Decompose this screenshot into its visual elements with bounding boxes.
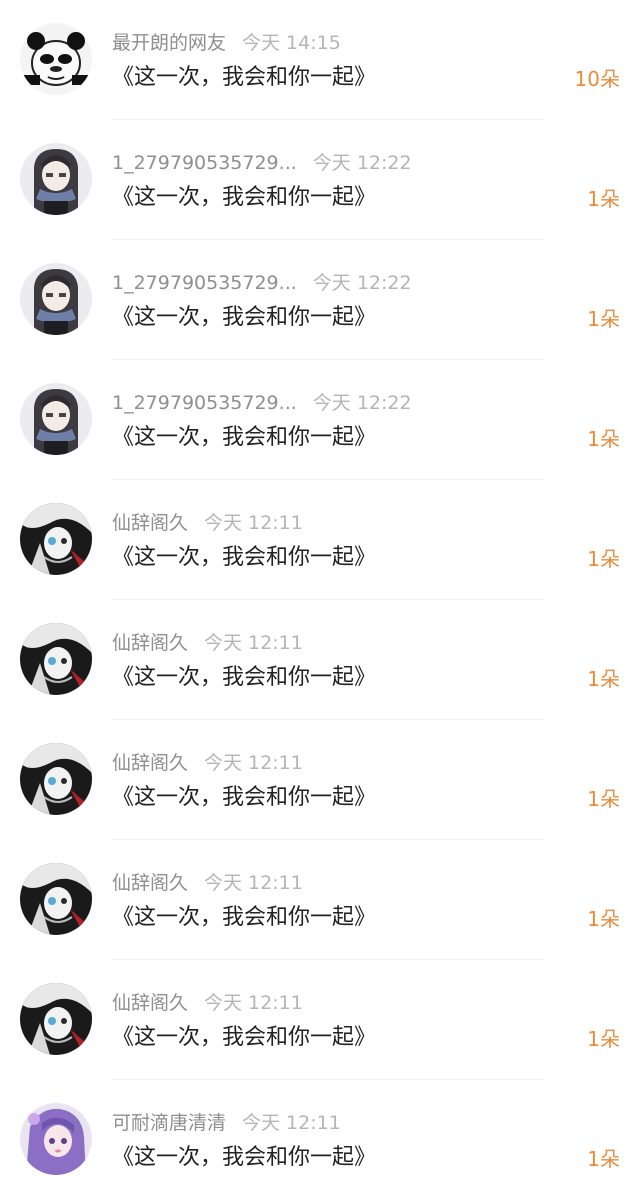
timestamp: 今天 12:22 [312,272,412,294]
username[interactable]: 仙辞阁久 [112,870,188,896]
comment-text: 《这一次，我会和你一起》 [112,185,377,210]
timestamp: 今天 14:15 [242,32,341,54]
flower-count: 1朵 [587,307,620,331]
comment-item[interactable]: 1_279790535729... 今天 12:22 《这一次，我会和你一起》 1… [0,240,640,360]
flower-count: 1朵 [587,187,620,211]
timestamp: 今天 12:11 [204,872,303,894]
username[interactable]: 仙辞阁久 [112,750,188,776]
flower-count: 1朵 [587,667,620,691]
comment-text: 《这一次，我会和你一起》 [112,1145,377,1170]
timestamp: 今天 12:22 [312,152,412,174]
comment-meta: 1_279790535729... 今天 12:22 [112,270,412,296]
monochrome-anime-avatar-icon[interactable] [20,743,92,815]
comment-meta: 1_279790535729... 今天 12:22 [112,390,412,416]
panda-meme-avatar-icon[interactable] [20,23,92,95]
comment-item[interactable]: 最开朗的网友 今天 14:15 《这一次，我会和你一起》 10朵 [0,0,640,120]
username[interactable]: 仙辞阁久 [112,510,188,536]
anime-girl-scarf-avatar-icon[interactable] [20,383,92,455]
comment-text: 《这一次，我会和你一起》 [112,905,377,930]
anime-girl-scarf-avatar-icon[interactable] [20,263,92,335]
monochrome-anime-avatar-icon[interactable] [20,983,92,1055]
username[interactable]: 仙辞阁久 [112,630,188,656]
comment-item[interactable]: 1_279790535729... 今天 12:22 《这一次，我会和你一起》 1… [0,120,640,240]
comment-text: 《这一次，我会和你一起》 [112,545,377,570]
comment-text: 《这一次，我会和你一起》 [112,65,377,90]
comment-list: 最开朗的网友 今天 14:15 《这一次，我会和你一起》 10朵 1_279790… [0,0,640,1194]
comment-item[interactable]: 仙辞阁久 今天 12:11 《这一次，我会和你一起》 1朵 [0,480,640,600]
flower-count: 1朵 [587,907,620,931]
flower-count: 1朵 [587,427,620,451]
comment-text: 《这一次，我会和你一起》 [112,1025,377,1050]
comment-meta: 仙辞阁久 今天 12:11 [112,510,303,536]
comment-item[interactable]: 仙辞阁久 今天 12:11 《这一次，我会和你一起》 1朵 [0,600,640,720]
comment-item[interactable]: 可耐滴唐清清 今天 12:11 《这一次，我会和你一起》 1朵 [0,1080,640,1200]
comment-item[interactable]: 1_279790535729... 今天 12:22 《这一次，我会和你一起》 1… [0,360,640,480]
comment-meta: 1_279790535729... 今天 12:22 [112,150,412,176]
comment-text: 《这一次，我会和你一起》 [112,425,377,450]
username[interactable]: 可耐滴唐清清 [112,1110,226,1136]
username[interactable]: 1_279790535729... [112,390,297,416]
flower-count: 1朵 [587,787,620,811]
monochrome-anime-avatar-icon[interactable] [20,623,92,695]
comment-item[interactable]: 仙辞阁久 今天 12:11 《这一次，我会和你一起》 1朵 [0,960,640,1080]
comment-item[interactable]: 仙辞阁久 今天 12:11 《这一次，我会和你一起》 1朵 [0,840,640,960]
comment-meta: 仙辞阁久 今天 12:11 [112,630,303,656]
timestamp: 今天 12:22 [312,392,412,414]
anime-girl-scarf-avatar-icon[interactable] [20,143,92,215]
flower-count: 10朵 [574,67,620,91]
comment-text: 《这一次，我会和你一起》 [112,665,377,690]
comment-meta: 仙辞阁久 今天 12:11 [112,990,303,1016]
comment-meta: 仙辞阁久 今天 12:11 [112,870,303,896]
flower-count: 1朵 [587,547,620,571]
monochrome-anime-avatar-icon[interactable] [20,863,92,935]
comment-meta: 最开朗的网友 今天 14:15 [112,30,341,56]
timestamp: 今天 12:11 [204,752,303,774]
flower-count: 1朵 [587,1147,620,1171]
flower-count: 1朵 [587,1027,620,1051]
timestamp: 今天 12:11 [204,632,303,654]
comment-text: 《这一次，我会和你一起》 [112,785,377,810]
username[interactable]: 仙辞阁久 [112,990,188,1016]
timestamp: 今天 12:11 [204,512,303,534]
username[interactable]: 1_279790535729... [112,150,297,176]
purple-hair-anime-avatar-icon[interactable] [20,1103,92,1175]
monochrome-anime-avatar-icon[interactable] [20,503,92,575]
comment-item[interactable]: 仙辞阁久 今天 12:11 《这一次，我会和你一起》 1朵 [0,720,640,840]
comment-meta: 可耐滴唐清清 今天 12:11 [112,1110,341,1136]
username[interactable]: 1_279790535729... [112,270,297,296]
comment-meta: 仙辞阁久 今天 12:11 [112,750,303,776]
timestamp: 今天 12:11 [242,1112,341,1134]
comment-text: 《这一次，我会和你一起》 [112,305,377,330]
timestamp: 今天 12:11 [204,992,303,1014]
username[interactable]: 最开朗的网友 [112,30,226,56]
